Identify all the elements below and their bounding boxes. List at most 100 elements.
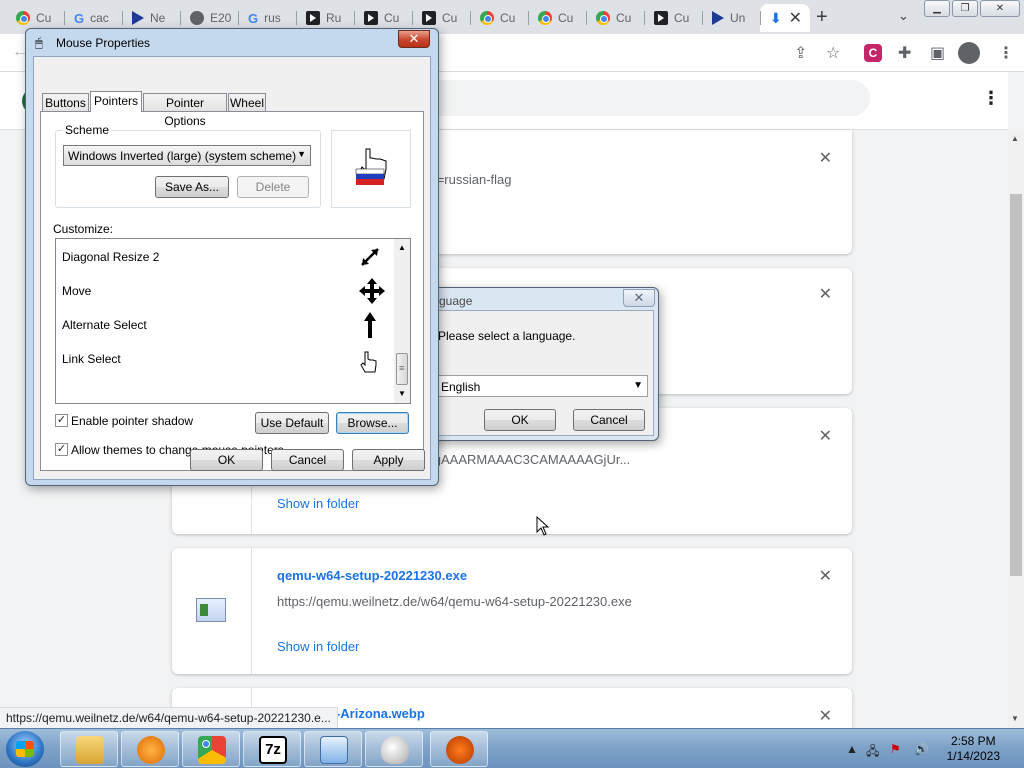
page-scrollbar[interactable]: ▲ ▼ [1008, 130, 1024, 728]
qemu-icon [446, 736, 474, 764]
language-cancel-button[interactable]: Cancel [573, 409, 645, 431]
globe-icon [190, 11, 204, 25]
taskbar-chrome[interactable] [182, 731, 240, 767]
chevron-down-icon: ▼ [297, 149, 306, 159]
pointer-preview [331, 130, 411, 208]
browser-tab[interactable]: Cu [644, 4, 700, 32]
remove-download-icon[interactable]: ✕ [819, 706, 832, 726]
file-explorer-icon [76, 736, 104, 764]
taskbar-qemu[interactable] [430, 731, 488, 767]
list-item[interactable]: Diagonal Resize 2 [56, 239, 394, 273]
language-close-button[interactable]: ✕ [623, 289, 655, 307]
diagonal-resize-icon [361, 248, 379, 266]
tab-pointer-options[interactable]: Pointer Options [143, 93, 227, 128]
scheme-select[interactable]: Windows Inverted (large) (system scheme)… [63, 145, 311, 166]
tab-title: Ru [326, 11, 342, 25]
browse-button[interactable]: Browse... [336, 412, 409, 434]
tab-title: rus [264, 11, 281, 25]
network-icon[interactable]: 🖧 [866, 742, 879, 763]
use-default-button[interactable]: Use Default [255, 412, 329, 434]
language-ok-button[interactable]: OK [484, 409, 556, 431]
chrome-menu-icon[interactable]: ⋮ [998, 43, 1014, 63]
browser-tab[interactable]: Cu [470, 4, 526, 32]
customize-label: Customize: [53, 222, 114, 236]
tab-title: Cu [674, 11, 690, 25]
window-close-button[interactable]: ✕ [980, 0, 1020, 17]
enable-shadow-checkbox[interactable]: ✓ [55, 414, 68, 427]
download-filename[interactable]: qemu-w64-setup-20221230.exe [277, 568, 467, 583]
window-controls: ▁ ❐ ✕ [924, 0, 1020, 17]
side-panel-icon[interactable]: ▣ [930, 43, 945, 63]
list-scrollbar[interactable]: ▲ ≡ ▼ [394, 239, 410, 403]
taskbar-control-panel[interactable] [304, 731, 362, 767]
language-dialog-title: guage [439, 294, 473, 308]
chevron-down-icon: ▼ [633, 380, 643, 391]
scroll-thumb[interactable] [1010, 194, 1022, 576]
tab-pointers[interactable]: Pointers [90, 91, 142, 112]
new-tab-button[interactable]: + [816, 6, 828, 29]
language-prompt: Please select a language. [438, 329, 576, 343]
scroll-thumb[interactable]: ≡ [396, 353, 408, 385]
google-icon: G [74, 10, 85, 26]
extensions-puzzle-icon[interactable]: ✚ [898, 43, 911, 63]
save-as-button[interactable]: Save As... [155, 176, 229, 198]
extension-icon[interactable]: C [864, 44, 882, 62]
show-in-folder-link[interactable]: Show in folder [277, 496, 359, 511]
scroll-down-icon[interactable]: ▼ [1011, 714, 1019, 723]
pointer-list[interactable]: Diagonal Resize 2 Move Alternate Select [55, 238, 411, 404]
remove-download-icon[interactable]: ✕ [819, 566, 832, 586]
bookmark-star-icon[interactable]: ☆ [826, 43, 840, 63]
more-actions-icon[interactable]: ⋮ [982, 88, 1000, 109]
mouse-properties-dialog: 🖱 Mouse Properties ✕ Buttons Pointers Poin… [25, 28, 439, 486]
allow-themes-checkbox[interactable]: ✓ [55, 443, 68, 456]
browser-tab[interactable]: ⬇ ✕ [760, 4, 810, 32]
tab-buttons[interactable]: Buttons [42, 93, 89, 112]
action-center-icon[interactable]: ⚑ [890, 742, 901, 756]
tab-title: cac [90, 11, 109, 25]
share-icon[interactable]: ⇪ [794, 43, 807, 63]
remove-download-icon[interactable]: ✕ [819, 148, 832, 168]
dialog-close-button[interactable]: ✕ [398, 30, 430, 48]
remove-download-icon[interactable]: ✕ [819, 284, 832, 304]
clock[interactable]: 2:58 PM 1/14/2023 [947, 734, 1000, 764]
clock-time: 2:58 PM [950, 734, 996, 748]
show-in-folder-link[interactable]: Show in folder [277, 639, 359, 654]
google-icon: G [248, 10, 259, 26]
browser-tab[interactable]: Un [702, 4, 758, 32]
start-button[interactable] [6, 731, 44, 767]
browser-tab[interactable]: Cu [586, 4, 642, 32]
taskbar-mouse-properties[interactable] [365, 731, 423, 767]
ok-button[interactable]: OK [190, 449, 263, 471]
scroll-up-icon[interactable]: ▲ [398, 243, 406, 252]
remove-download-icon[interactable]: ✕ [819, 426, 832, 446]
cursor-icon [132, 11, 144, 25]
show-hidden-icons-icon[interactable]: ▲ [846, 742, 858, 756]
chrome-icon [16, 11, 30, 25]
7zip-icon: 7z [259, 736, 287, 764]
browser-tab[interactable]: Cu [528, 4, 584, 32]
tab-wheel[interactable]: Wheel [228, 93, 266, 112]
enable-shadow-label: Enable pointer shadow [71, 414, 194, 428]
tab-search-icon[interactable]: ⌄ [898, 8, 909, 24]
maximize-button[interactable]: ❐ [952, 0, 978, 17]
scroll-down-icon[interactable]: ▼ [398, 389, 406, 398]
profile-avatar[interactable] [958, 42, 980, 64]
mouse-cursor-icon [536, 516, 550, 536]
mouse-icon [381, 736, 409, 764]
list-item[interactable]: Alternate Select [56, 307, 394, 341]
list-item[interactable]: Link Select [56, 341, 394, 375]
volume-icon[interactable]: 🔊 [914, 742, 929, 756]
scroll-up-icon[interactable]: ▲ [1011, 134, 1019, 143]
cancel-button[interactable]: Cancel [271, 449, 344, 471]
minimize-button[interactable]: ▁ [924, 0, 950, 17]
taskbar-media-player[interactable] [121, 731, 179, 767]
taskbar-7zip[interactable]: 7z [243, 731, 301, 767]
tab-close-icon[interactable]: ✕ [789, 8, 802, 28]
apply-button[interactable]: Apply [352, 449, 425, 471]
taskbar-file-explorer[interactable] [60, 731, 118, 767]
list-item[interactable]: Move [56, 273, 394, 307]
tab-title: Cu [558, 11, 574, 25]
chrome-icon [538, 11, 552, 25]
language-select[interactable]: English ▼ [434, 375, 648, 397]
delete-button[interactable]: Delete [237, 176, 309, 198]
